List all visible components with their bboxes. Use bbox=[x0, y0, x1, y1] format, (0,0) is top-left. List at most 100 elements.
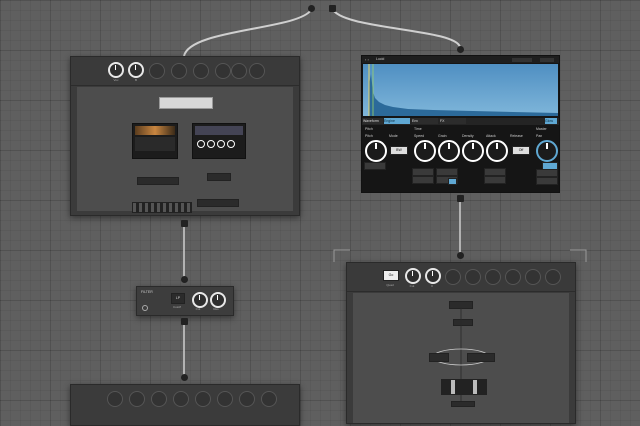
bl-knob-3[interactable] bbox=[151, 391, 167, 407]
filter-mode-button[interactable]: LP bbox=[171, 293, 185, 304]
bottom-left-input-port[interactable] bbox=[181, 374, 188, 381]
section-time: Time bbox=[414, 127, 422, 131]
filter-knob-3-label: Res bbox=[213, 307, 219, 311]
group-panel-bottom-left[interactable] bbox=[70, 384, 300, 426]
filter-knob-res[interactable] bbox=[210, 292, 226, 308]
br-knob-8[interactable] bbox=[525, 269, 541, 285]
instrument-title: Lucid bbox=[376, 57, 385, 61]
tab-waveform[interactable]: Waveform bbox=[363, 118, 383, 124]
br-knob-4[interactable] bbox=[445, 269, 461, 285]
grain-option-1[interactable] bbox=[436, 168, 458, 176]
bottom-right-input-port[interactable] bbox=[457, 252, 464, 259]
section-master: Master bbox=[536, 127, 547, 131]
bl-knob-2[interactable] bbox=[129, 391, 145, 407]
effect-block-2[interactable] bbox=[207, 173, 231, 181]
macro-knob-3[interactable] bbox=[149, 63, 165, 79]
group-inner-canvas[interactable] bbox=[77, 87, 293, 213]
col-label-attack: Attack bbox=[486, 134, 496, 138]
top-input-port[interactable] bbox=[308, 5, 315, 12]
br-split-right[interactable] bbox=[467, 353, 495, 362]
preset-field[interactable] bbox=[512, 57, 532, 62]
br-knob-6[interactable] bbox=[485, 269, 501, 285]
attack-knob[interactable] bbox=[486, 140, 508, 162]
instrument-input-port[interactable] bbox=[457, 46, 464, 53]
speed-option-2[interactable] bbox=[412, 176, 434, 184]
nav-arrows-icon[interactable]: ‹ › bbox=[365, 57, 369, 62]
macro-knob-5[interactable] bbox=[193, 63, 209, 79]
bl-knob-5[interactable] bbox=[195, 391, 211, 407]
waveform-graph bbox=[368, 64, 558, 116]
macro-knob-2-label: B bbox=[134, 78, 137, 82]
mixer-strip[interactable] bbox=[132, 202, 192, 213]
macro-knob-6[interactable] bbox=[215, 63, 231, 79]
br-inner-canvas[interactable] bbox=[353, 293, 569, 423]
effect-block-3[interactable] bbox=[197, 199, 239, 207]
br-mixer-block[interactable] bbox=[441, 379, 487, 395]
instrument-header: Lucid ‹ › bbox=[362, 56, 559, 63]
midi-input-device[interactable] bbox=[159, 97, 213, 109]
bl-knob-1[interactable] bbox=[107, 391, 123, 407]
bl-knob-7[interactable] bbox=[239, 391, 255, 407]
col-label-speed: Speed bbox=[414, 134, 425, 138]
br-knob-1-label: Quad bbox=[386, 283, 394, 287]
grain-option-3[interactable] bbox=[448, 178, 457, 185]
pan-knob[interactable] bbox=[536, 140, 558, 162]
instrument-device[interactable]: Lucid ‹ › Waveform Engine Env FX Glow Pi… bbox=[361, 55, 560, 193]
macro-knob-1[interactable] bbox=[108, 62, 124, 78]
speed-knob[interactable] bbox=[414, 140, 436, 162]
col-label-mode: Mode bbox=[389, 134, 398, 138]
br-knob-5[interactable] bbox=[465, 269, 481, 285]
tab-env[interactable]: Env bbox=[412, 118, 438, 124]
speed-option-1[interactable] bbox=[412, 168, 434, 176]
pan-option-3[interactable] bbox=[536, 177, 558, 185]
top-output-port[interactable] bbox=[329, 5, 336, 12]
filter-knob-cut[interactable] bbox=[192, 292, 208, 308]
col-label-density: Density bbox=[462, 134, 474, 138]
br-knob-2[interactable] bbox=[405, 268, 421, 284]
effect-block-1[interactable] bbox=[137, 177, 179, 185]
bl-knob-6[interactable] bbox=[217, 391, 233, 407]
pitch-knob[interactable] bbox=[365, 140, 387, 162]
bl-knob-4[interactable] bbox=[173, 391, 189, 407]
br-knob-9[interactable] bbox=[545, 269, 561, 285]
mode-button[interactable]: BW bbox=[390, 146, 408, 155]
group-output-port[interactable] bbox=[181, 220, 188, 227]
waveform-display[interactable] bbox=[363, 64, 558, 116]
release-button[interactable]: Off bbox=[512, 146, 530, 155]
synth-device-thumbnail[interactable] bbox=[192, 123, 246, 159]
bl-knob-8[interactable] bbox=[261, 391, 277, 407]
group-panel-bottom-right[interactable]: Go Quad Cut II bbox=[346, 262, 576, 424]
col-label-pan: Pan bbox=[536, 134, 543, 138]
br-output-block[interactable] bbox=[451, 401, 475, 407]
pitch-option-1[interactable] bbox=[364, 162, 386, 170]
filter-title: FILTER bbox=[141, 290, 153, 294]
power-icon[interactable] bbox=[142, 305, 148, 311]
density-knob[interactable] bbox=[462, 140, 484, 162]
br-split-left[interactable] bbox=[429, 353, 449, 362]
br-go-button[interactable]: Go bbox=[383, 270, 399, 281]
menu-icon[interactable] bbox=[540, 57, 554, 62]
macro-knob-8[interactable] bbox=[249, 63, 265, 79]
sampler-device-thumbnail[interactable] bbox=[132, 123, 178, 159]
tab-bar: Waveform Engine Env FX Glow bbox=[362, 118, 559, 125]
br-knob-7[interactable] bbox=[505, 269, 521, 285]
attack-option-2[interactable] bbox=[484, 176, 506, 184]
macro-knob-4[interactable] bbox=[171, 63, 187, 79]
attack-option-1[interactable] bbox=[484, 168, 506, 176]
filter-input-port[interactable] bbox=[181, 276, 188, 283]
col-label-grain: Grain bbox=[438, 134, 447, 138]
tag-badge[interactable]: Glow bbox=[545, 118, 557, 124]
macro-knob-row: Vox B bbox=[71, 57, 299, 86]
instrument-output-port[interactable] bbox=[457, 195, 464, 202]
group-panel-top-left[interactable]: Vox B bbox=[70, 56, 300, 216]
macro-knob-7[interactable] bbox=[231, 63, 247, 79]
section-pitch: Pitch bbox=[365, 127, 373, 131]
pan-option-2[interactable] bbox=[536, 169, 558, 177]
tab-engine[interactable]: Engine bbox=[384, 118, 410, 124]
tab-fx[interactable]: FX bbox=[440, 118, 466, 124]
macro-knob-2[interactable] bbox=[128, 62, 144, 78]
filter-output-port[interactable] bbox=[181, 318, 188, 325]
filter-node[interactable]: FILTER LP Cutoff Cut Res bbox=[136, 286, 234, 316]
br-knob-3[interactable] bbox=[425, 268, 441, 284]
grain-knob[interactable] bbox=[438, 140, 460, 162]
